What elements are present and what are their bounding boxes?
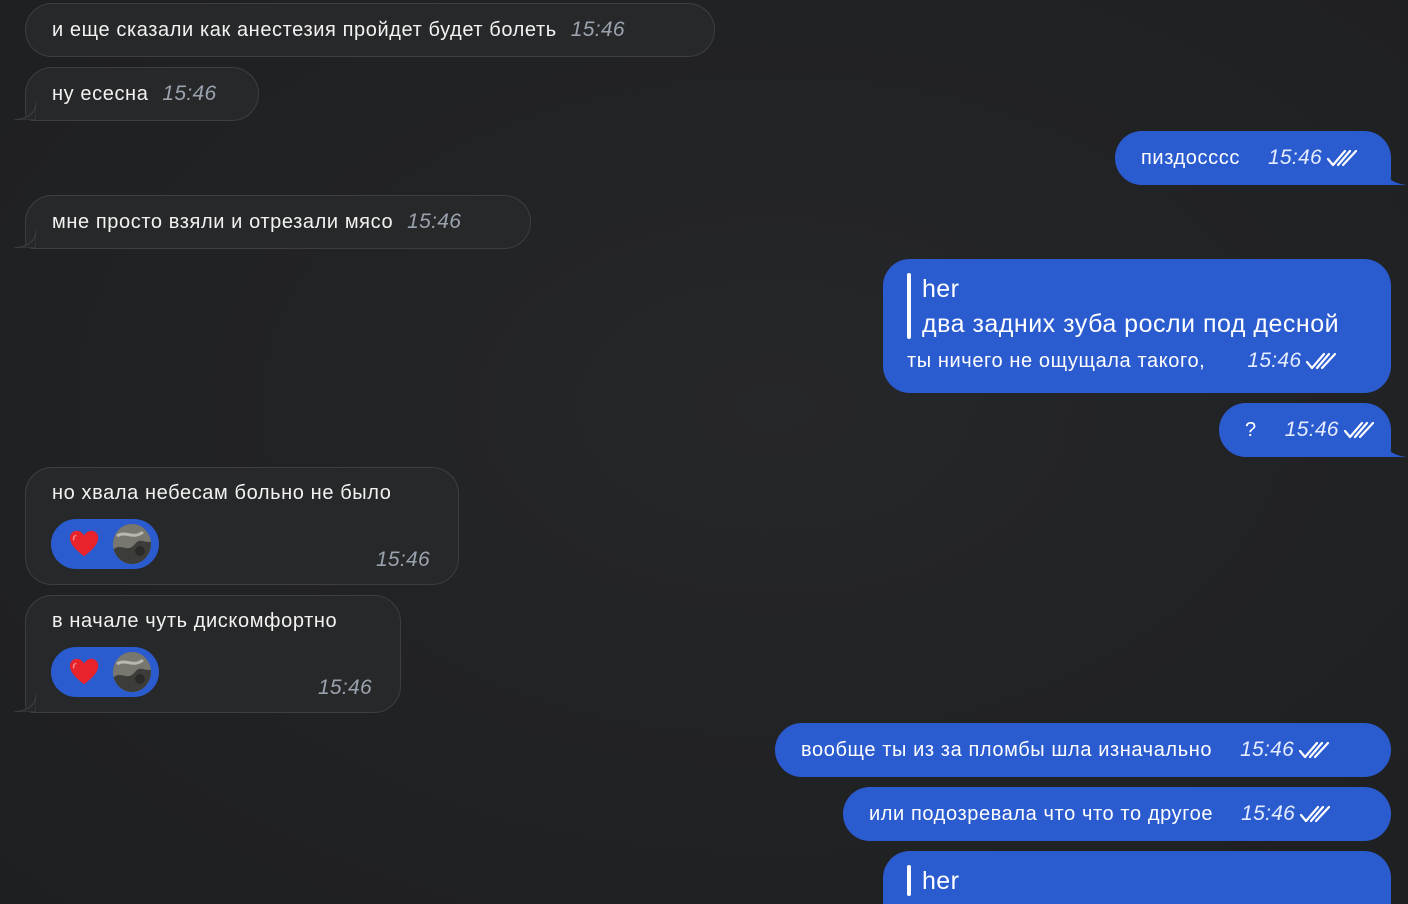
message-text: но хвала небесам больно не было: [52, 482, 392, 504]
message-bubble[interactable]: ? 15:46: [1219, 403, 1407, 457]
message-text: ты ничего не ощущала такого,: [907, 349, 1206, 372]
message-text: в начале чуть дискомфортно: [52, 610, 338, 632]
message-incoming[interactable]: в начале чуть дискомфортно 15:46: [14, 595, 401, 713]
reply-quote[interactable]: her два задних зуба росли под десной: [907, 259, 1365, 339]
bubble-tail: [14, 694, 36, 712]
chat-area[interactable]: и еще сказали как анестезия пройдет буде…: [0, 0, 1408, 904]
reply-author: her: [922, 867, 960, 895]
reaction-avatar: [113, 652, 151, 692]
message-bubble[interactable]: мне просто взяли и отрезали мясо 15:46: [14, 195, 531, 249]
message-time: 15:46: [1267, 146, 1322, 169]
message-bubble[interactable]: но хвала небесам больно не было 15:46: [25, 467, 459, 585]
message-text: мне просто взяли и отрезали мясо: [52, 210, 394, 233]
message-incoming[interactable]: и еще сказали как анестезия пройдет буде…: [25, 3, 715, 57]
message-time: 15:46: [1284, 418, 1339, 441]
message-bubble[interactable]: вообще ты из за пломбы шла изначально 15…: [775, 723, 1391, 777]
bubble-tail: [1385, 439, 1407, 457]
message-text: пиздосссс: [1141, 146, 1240, 169]
bubble-tail: [14, 230, 36, 248]
message-time: 15:46: [1240, 738, 1295, 761]
message-incoming[interactable]: но хвала небесам больно не было 15:46: [25, 467, 459, 585]
message-bubble[interactable]: и еще сказали как анестезия пройдет буде…: [25, 3, 715, 57]
message-text: вообще ты из за пломбы шла изначально: [801, 738, 1213, 761]
message-outgoing[interactable]: her два задних зуба росли под десной ты …: [883, 259, 1391, 393]
read-receipt-icon: [1306, 352, 1337, 370]
reply-author: her: [922, 275, 960, 303]
message-bubble[interactable]: пиздосссс 15:46: [1115, 131, 1407, 185]
message-incoming[interactable]: мне просто взяли и отрезали мясо 15:46: [14, 195, 531, 249]
bubble-tail: [1385, 167, 1407, 185]
message-text: и еще сказали как анестезия пройдет буде…: [52, 18, 557, 41]
read-receipt-icon: [1299, 741, 1330, 759]
message-outgoing[interactable]: пиздосссс 15:46: [1115, 131, 1407, 185]
message-bubble[interactable]: her: [883, 851, 1391, 904]
message-outgoing[interactable]: или подозревала что что то другое 15:46: [843, 787, 1391, 841]
message-time: 15:46: [1241, 802, 1296, 825]
message-bubble[interactable]: ну есесна 15:46: [14, 67, 259, 121]
message-text: ?: [1245, 418, 1257, 441]
reply-text: два задних зуба росли под десной: [922, 310, 1340, 338]
heart-icon: [69, 530, 99, 557]
message-outgoing[interactable]: her: [883, 851, 1391, 904]
reaction-chip[interactable]: [51, 519, 159, 569]
read-receipt-icon: [1326, 149, 1358, 167]
message-text: или подозревала что что то другое: [869, 802, 1214, 825]
read-receipt-icon: [1300, 805, 1331, 823]
message-time: 15:46: [407, 210, 462, 233]
reaction-chip[interactable]: [51, 647, 159, 697]
message-outgoing[interactable]: ? 15:46: [1219, 403, 1407, 457]
message-time: 15:46: [162, 82, 217, 105]
message-bubble[interactable]: her два задних зуба росли под десной ты …: [883, 259, 1391, 393]
message-bubble[interactable]: в начале чуть дискомфортно 15:46: [14, 595, 401, 713]
heart-icon: [69, 658, 99, 685]
reply-quote[interactable]: her: [907, 851, 1365, 896]
message-outgoing[interactable]: вообще ты из за пломбы шла изначально 15…: [775, 723, 1391, 777]
message-bubble[interactable]: или подозревала что что то другое 15:46: [843, 787, 1391, 841]
message-text: ну есесна: [52, 82, 149, 105]
bubble-tail: [14, 102, 36, 120]
reaction-avatar: [113, 524, 151, 564]
read-receipt-icon: [1343, 421, 1374, 439]
message-incoming[interactable]: ну есесна 15:46: [14, 67, 259, 121]
message-time: 15:46: [1247, 349, 1302, 372]
message-time: 15:46: [375, 548, 430, 571]
message-time: 15:46: [570, 18, 625, 41]
message-time: 15:46: [317, 676, 372, 699]
